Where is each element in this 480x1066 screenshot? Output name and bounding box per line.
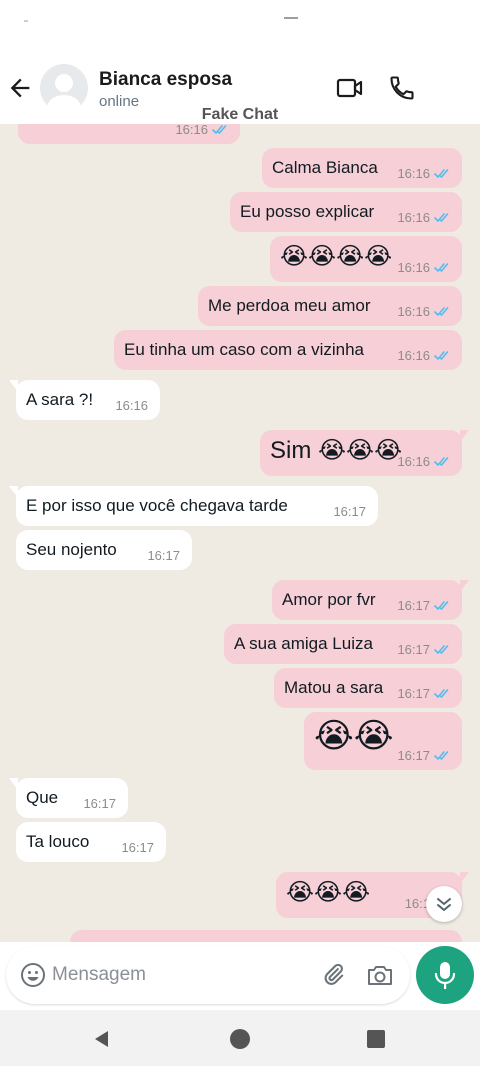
contact-name[interactable]: Bianca esposa bbox=[99, 69, 232, 91]
message-text: A sara ?! bbox=[26, 390, 94, 409]
scroll-down-button[interactable] bbox=[426, 886, 462, 922]
double-check-icon bbox=[434, 169, 449, 178]
message-bubble-incoming[interactable]: Que 16:17 bbox=[9, 778, 128, 818]
voice-message-button[interactable] bbox=[416, 946, 474, 1004]
message-time: 16:16 bbox=[397, 454, 430, 469]
message-bubble-outgoing[interactable]: Matou a sara 16:17 bbox=[274, 668, 462, 708]
bubble-tail bbox=[460, 872, 469, 884]
nav-recents-button[interactable] bbox=[367, 1030, 385, 1048]
back-button[interactable] bbox=[6, 74, 34, 102]
message-bubble-outgoing[interactable]: A sua amiga Luiza 16:17 bbox=[224, 624, 462, 664]
message-text: Amor por fvr bbox=[282, 590, 376, 609]
message-text: Matou a sara bbox=[284, 678, 384, 697]
message-text: E por isso que você chegava tarde bbox=[26, 496, 288, 515]
message-text: A sua amiga Luiza bbox=[234, 634, 373, 653]
message-text: Calma Bianca bbox=[272, 158, 378, 177]
bubble-tail bbox=[9, 486, 18, 498]
message-time: 16:17 bbox=[333, 504, 366, 519]
emoji-smiley-icon bbox=[21, 963, 45, 987]
triangle-back-icon bbox=[95, 1031, 108, 1047]
arrow-left-icon bbox=[10, 78, 30, 98]
message-text: Sim 😭😭😭 bbox=[270, 437, 403, 464]
double-check-icon bbox=[434, 751, 449, 760]
message-text: Eu tinha um caso com a vizinha bbox=[124, 340, 365, 359]
message-bubble-incoming[interactable]: A sara ?! 16:16 bbox=[9, 380, 160, 420]
message-time: 16:16 bbox=[397, 260, 430, 275]
message-time: 16:16 bbox=[115, 398, 148, 413]
message-time: 16:17 bbox=[397, 598, 430, 613]
bubble-tail bbox=[9, 380, 18, 392]
default-avatar-icon bbox=[47, 74, 81, 112]
double-check-icon bbox=[434, 263, 449, 272]
composer bbox=[6, 946, 410, 1004]
message-text: 😭😭😭😭 bbox=[280, 243, 393, 270]
message-time: 16:16 bbox=[397, 166, 430, 181]
double-check-icon bbox=[434, 457, 449, 466]
attach-button[interactable] bbox=[320, 962, 346, 988]
nav-back-button[interactable] bbox=[92, 1029, 112, 1049]
message-time: 16:16 bbox=[397, 348, 430, 363]
nav-home-button[interactable] bbox=[230, 1029, 250, 1049]
message-time: 16:16 bbox=[175, 124, 208, 137]
emoji-button[interactable] bbox=[20, 962, 46, 988]
message-time: 16:17 bbox=[83, 796, 116, 811]
message-time: 16:17 bbox=[121, 840, 154, 855]
message-text: Me perdoa meu amor bbox=[208, 296, 371, 315]
double-check-icon bbox=[434, 689, 449, 698]
double-check-icon bbox=[434, 645, 449, 654]
message-bubble-outgoing[interactable]: 16:16 bbox=[18, 124, 240, 144]
message-time: 16:17 bbox=[397, 686, 430, 701]
paperclip-icon bbox=[324, 963, 344, 985]
message-time: 16:16 bbox=[397, 304, 430, 319]
message-text: Que bbox=[26, 788, 59, 807]
double-check-icon bbox=[434, 601, 449, 610]
message-bubble-outgoing[interactable]: Calma Bianca 16:16 bbox=[262, 148, 462, 188]
system-nav-bar bbox=[0, 1010, 480, 1066]
message-bubble-outgoing[interactable]: Sim 😭😭😭 16:16 bbox=[260, 430, 469, 476]
camera-button[interactable] bbox=[366, 962, 394, 988]
bubble-tail bbox=[9, 778, 18, 790]
bubble-tail bbox=[460, 430, 469, 442]
avatar[interactable] bbox=[40, 64, 88, 112]
message-bubble-incoming[interactable]: Ta louco 16:17 bbox=[16, 822, 166, 862]
double-check-icon bbox=[434, 213, 449, 222]
message-bubble-outgoing[interactable]: 😭😭 16:17 bbox=[304, 712, 462, 770]
double-check-icon bbox=[434, 351, 449, 360]
message-bubble-outgoing[interactable]: Eu tinha um caso com a vizinha 16:16 bbox=[114, 330, 462, 370]
message-text: 😭😭 bbox=[314, 717, 394, 755]
message-bubble-outgoing[interactable]: Me perdoa meu amor 16:16 bbox=[198, 286, 462, 326]
phone-icon bbox=[390, 76, 414, 100]
watermark-label: Fake Chat bbox=[201, 106, 279, 123]
status-bar bbox=[0, 0, 480, 52]
message-text: Ta louco bbox=[26, 832, 90, 851]
double-check-icon bbox=[212, 125, 227, 134]
message-list: 16:16 Calma Bianca 16:16 Eu posso explicar 1… bbox=[0, 124, 480, 942]
video-call-button[interactable] bbox=[336, 76, 364, 100]
message-time: 16:17 bbox=[397, 642, 430, 657]
message-input[interactable] bbox=[52, 958, 302, 992]
message-bubble-outgoing[interactable] bbox=[70, 930, 462, 942]
video-camera-icon bbox=[336, 78, 363, 98]
message-time: 16:16 bbox=[397, 210, 430, 225]
status-indicator bbox=[284, 17, 298, 19]
message-bubble-incoming[interactable]: Seu nojento 16:17 bbox=[16, 530, 192, 570]
chat-area[interactable]: 16:16 Calma Bianca 16:16 Eu posso explicar 1… bbox=[0, 124, 480, 942]
message-bubble-outgoing[interactable]: 😭😭😭😭 16:16 bbox=[270, 236, 462, 282]
message-bubble-outgoing[interactable]: Eu posso explicar 16:16 bbox=[230, 192, 462, 232]
message-bubble-outgoing[interactable]: Amor por fvr 16:17 bbox=[272, 580, 469, 620]
message-text: Eu posso explicar bbox=[240, 202, 375, 221]
camera-icon bbox=[368, 966, 392, 985]
message-bubble-incoming[interactable]: E por isso que você chegava tarde 16:17 bbox=[9, 486, 378, 526]
status-indicator bbox=[24, 20, 28, 22]
double-check-icon bbox=[434, 307, 449, 316]
message-text: 😭😭😭 bbox=[286, 879, 371, 906]
message-time: 16:17 bbox=[147, 548, 180, 563]
message-text: Seu nojento bbox=[26, 540, 117, 559]
double-chevron-down-icon bbox=[437, 898, 451, 911]
voice-call-button[interactable] bbox=[388, 74, 416, 102]
message-time: 16:17 bbox=[397, 748, 430, 763]
microphone-icon bbox=[434, 962, 456, 989]
bubble-tail bbox=[460, 580, 469, 592]
